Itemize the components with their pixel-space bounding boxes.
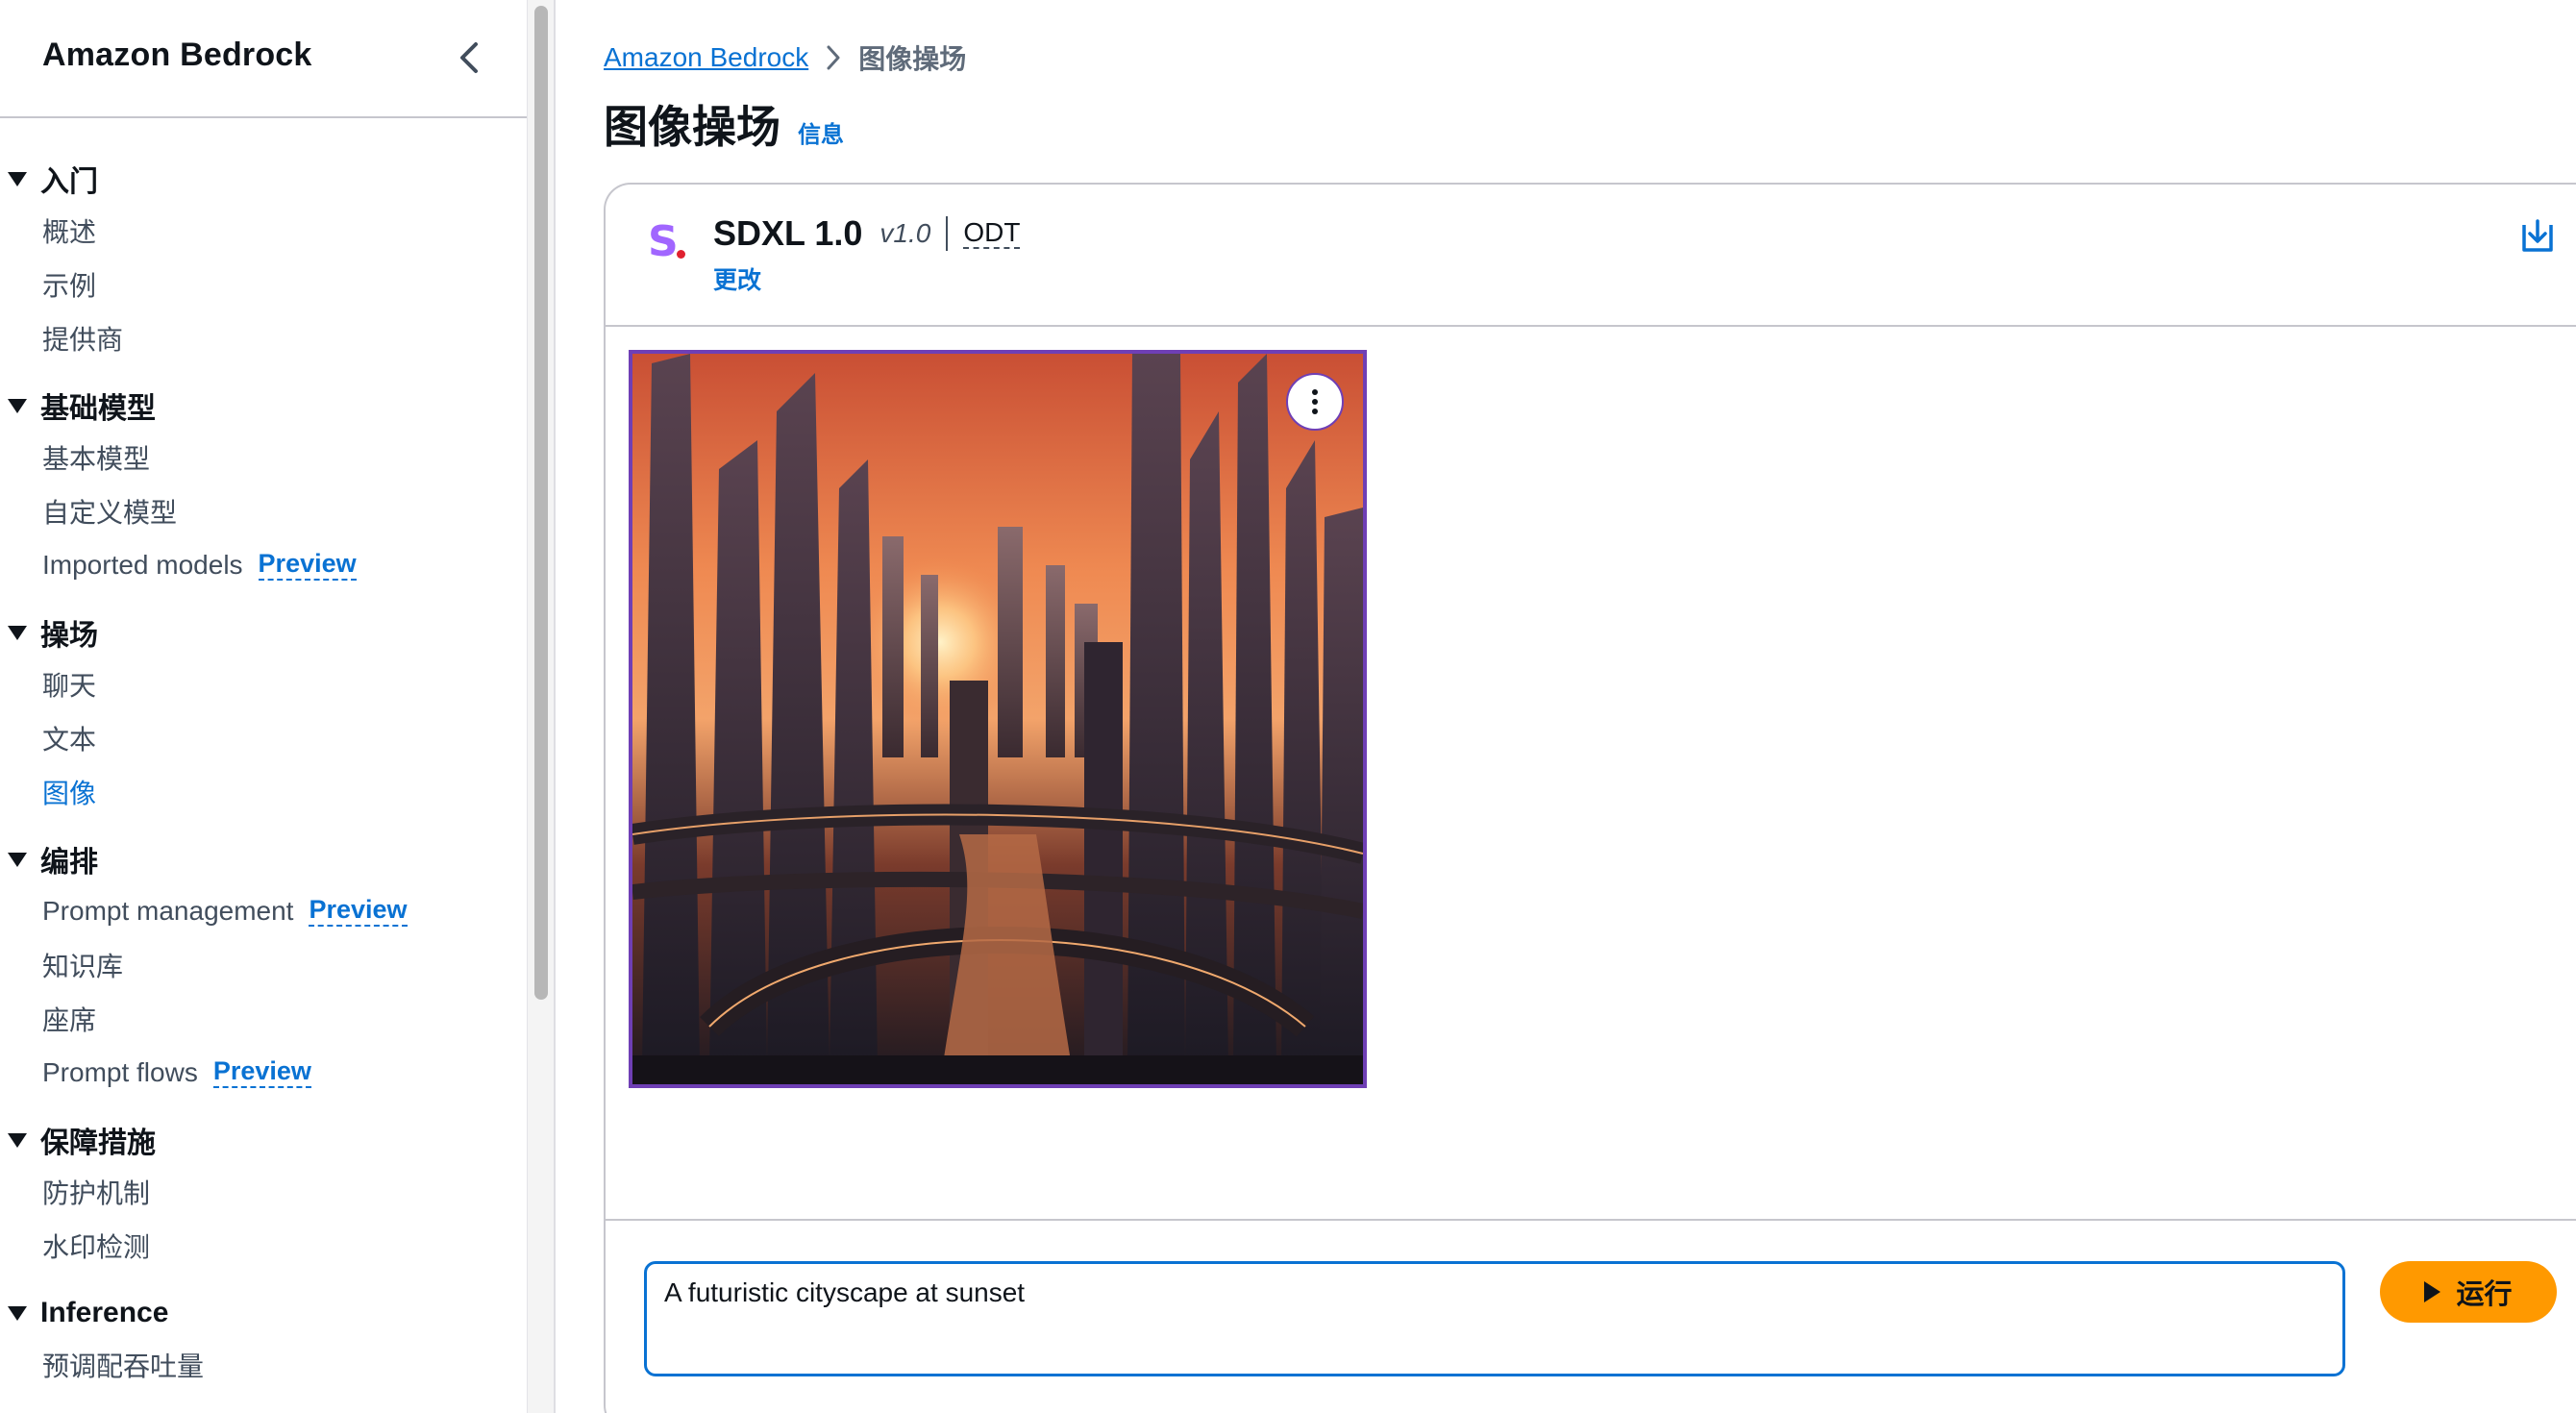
- nav-section-title: 入门: [40, 166, 98, 198]
- caret-down-icon: [8, 1305, 27, 1321]
- sidebar-item-label: Prompt flows: [42, 1057, 198, 1087]
- nav-section-toggle[interactable]: 操场: [0, 607, 527, 657]
- nav-section-orchestration: 编排 Prompt management Preview 知识库 座席 Prom…: [0, 834, 527, 1100]
- sidebar-item-guardrails[interactable]: 防护机制: [0, 1165, 527, 1219]
- prompt-area: A futuristic cityscape at sunset 运行: [606, 1219, 2576, 1413]
- more-vertical-icon-dot: [1312, 399, 1318, 405]
- sidebar-title: Amazon Bedrock: [42, 37, 312, 73]
- sidebar-item-agents[interactable]: 座席: [0, 992, 527, 1046]
- sidebar-item-text[interactable]: 文本: [0, 711, 527, 765]
- sidebar-item-label: 图像: [42, 779, 97, 808]
- caret-down-icon: [8, 852, 27, 867]
- divider: [946, 216, 949, 251]
- sidebar-header: Amazon Bedrock: [0, 0, 527, 118]
- more-vertical-icon: [1312, 389, 1318, 395]
- sidebar-item-label: 水印检测: [42, 1232, 151, 1262]
- download-button[interactable]: [2518, 217, 2557, 256]
- breadcrumb-current: 图像操场: [858, 44, 967, 74]
- model-info: SDXL 1.0 v1.0 ODT: [713, 213, 1021, 254]
- sidebar-item-label: Imported models: [42, 550, 243, 580]
- sidebar-item-provisioned-throughput[interactable]: 预调配吞吐量: [0, 1338, 527, 1392]
- nav-section-getting-started: 入门 概述 示例 提供商: [0, 154, 527, 365]
- sidebar-item-image[interactable]: 图像: [0, 765, 527, 819]
- caret-down-icon: [8, 1132, 27, 1148]
- sidebar-item-imported-models[interactable]: Imported models Preview: [0, 538, 527, 592]
- nav-section-safeguards: 保障措施 防护机制 水印检测: [0, 1115, 527, 1273]
- nav-section-toggle[interactable]: Inference: [0, 1288, 527, 1338]
- sidebar-scrollbar-thumb[interactable]: [534, 6, 548, 1000]
- sidebar-item-label: 基本模型: [42, 444, 151, 474]
- sidebar-nav: 入门 概述 示例 提供商 基础模型 基本模型 自定义模型 Imported mo…: [0, 154, 527, 1407]
- change-model-link[interactable]: 更改: [713, 261, 761, 296]
- sidebar-item-label: 示例: [42, 271, 97, 301]
- model-logo-dot: [677, 250, 685, 259]
- model-header: S SDXL 1.0 v1.0 ODT 更改: [606, 185, 2576, 327]
- sidebar-item-overview[interactable]: 概述: [0, 204, 527, 258]
- nav-section-title: 基础模型: [40, 393, 156, 425]
- nav-section-playgrounds: 操场 聊天 文本 图像: [0, 607, 527, 819]
- page-title: 图像操场: [604, 102, 780, 152]
- nav-section-title: 保障措施: [40, 1128, 156, 1159]
- nav-section-title: 操场: [40, 620, 98, 652]
- sidebar-item-examples[interactable]: 示例: [0, 258, 527, 311]
- nav-section-inference: Inference 预调配吞吐量: [0, 1288, 527, 1392]
- cityscape-image: [632, 354, 1363, 1084]
- playground-card: S SDXL 1.0 v1.0 ODT 更改 A futuristic city…: [604, 183, 2576, 1413]
- sidebar: Amazon Bedrock 入门 概述 示例 提供商 基础模型 基本模型 自定…: [0, 0, 527, 1413]
- image-menu-button[interactable]: [1286, 373, 1344, 431]
- preview-badge[interactable]: Preview: [309, 895, 408, 927]
- play-icon: [2424, 1281, 2441, 1302]
- nav-section-toggle[interactable]: 基础模型: [0, 381, 527, 431]
- sidebar-item-watermark-detection[interactable]: 水印检测: [0, 1219, 527, 1273]
- sidebar-item-label: Prompt management: [42, 896, 294, 926]
- preview-badge[interactable]: Preview: [212, 1056, 311, 1088]
- info-link[interactable]: 信息: [798, 115, 844, 149]
- sidebar-item-providers[interactable]: 提供商: [0, 311, 527, 365]
- sidebar-item-custom-models[interactable]: 自定义模型: [0, 484, 527, 538]
- nav-section-foundation-models: 基础模型 基本模型 自定义模型 Imported models Preview: [0, 381, 527, 592]
- generated-image[interactable]: [629, 350, 1367, 1088]
- nav-section-toggle[interactable]: 编排: [0, 834, 527, 884]
- sidebar-item-label: 防护机制: [42, 1178, 151, 1208]
- app-window: Amazon Bedrock 入门 概述 示例 提供商 基础模型 基本模型 自定…: [0, 0, 2576, 1413]
- caret-down-icon: [8, 398, 27, 413]
- sidebar-item-label: 文本: [42, 725, 97, 755]
- sidebar-item-chat[interactable]: 聊天: [0, 657, 527, 711]
- sidebar-item-label: 预调配吞吐量: [42, 1351, 205, 1381]
- sidebar-item-label: 聊天: [42, 671, 97, 701]
- chevron-left-icon: [460, 42, 478, 73]
- collapse-sidebar-button[interactable]: [450, 37, 488, 79]
- nav-section-title: 编排: [40, 847, 98, 879]
- sidebar-item-prompt-management[interactable]: Prompt management Preview: [0, 884, 527, 938]
- sidebar-item-label: 自定义模型: [42, 498, 178, 528]
- breadcrumb: Amazon Bedrock 图像操场: [604, 38, 966, 77]
- model-logo: S: [648, 217, 679, 266]
- caret-down-icon: [8, 625, 27, 640]
- sidebar-item-label: 座席: [42, 1005, 97, 1035]
- caret-down-icon: [8, 171, 27, 186]
- sidebar-item-knowledge-bases[interactable]: 知识库: [0, 938, 527, 992]
- sidebar-item-base-models[interactable]: 基本模型: [0, 431, 527, 484]
- model-name: SDXL 1.0: [713, 213, 863, 253]
- run-button[interactable]: 运行: [2380, 1261, 2557, 1323]
- sidebar-item-prompt-flows[interactable]: Prompt flows Preview: [0, 1046, 527, 1100]
- page-header: 图像操场 信息: [604, 92, 844, 156]
- download-icon: [2522, 219, 2553, 252]
- nav-section-toggle[interactable]: 入门: [0, 154, 527, 204]
- main-content: Amazon Bedrock 图像操场 图像操场 信息 S SDXL 1.0 v…: [557, 0, 2576, 1413]
- sidebar-item-label: 知识库: [42, 952, 124, 981]
- breadcrumb-root-link[interactable]: Amazon Bedrock: [604, 42, 808, 73]
- model-tag[interactable]: ODT: [963, 217, 1021, 250]
- model-version: v1.0: [879, 218, 931, 248]
- nav-section-toggle[interactable]: 保障措施: [0, 1115, 527, 1165]
- sidebar-item-label: 提供商: [42, 325, 124, 355]
- nav-section-title: Inference: [40, 1297, 169, 1328]
- sidebar-item-label: 概述: [42, 217, 97, 247]
- run-button-label: 运行: [2456, 1279, 2513, 1310]
- chevron-right-icon: [826, 45, 841, 70]
- preview-badge[interactable]: Preview: [258, 549, 357, 581]
- prompt-input[interactable]: A futuristic cityscape at sunset: [644, 1261, 2345, 1376]
- more-vertical-icon-dot: [1312, 409, 1318, 414]
